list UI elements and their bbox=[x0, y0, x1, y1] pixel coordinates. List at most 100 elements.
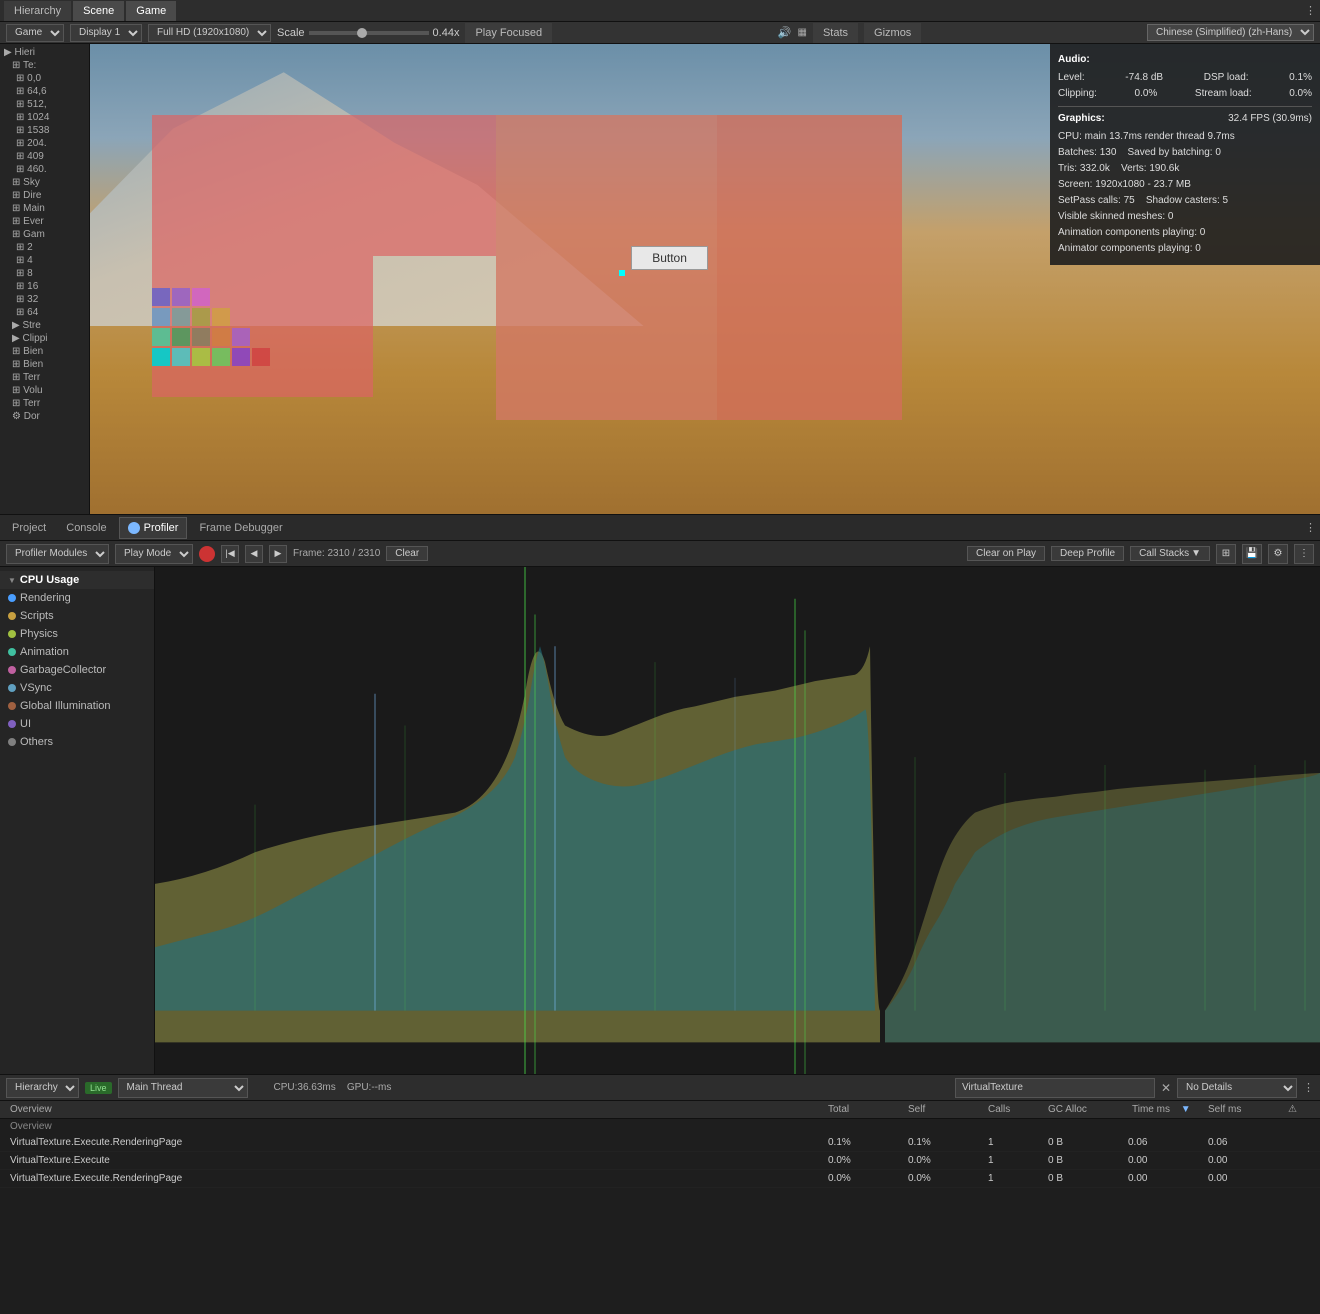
hier-item[interactable]: ⚙ Dor bbox=[0, 410, 89, 423]
hier-item[interactable]: ⊞ 16 bbox=[0, 280, 89, 293]
hier-item[interactable]: ⊞ Dire bbox=[0, 189, 89, 202]
stats-btn[interactable]: Stats bbox=[813, 23, 858, 43]
details-more-icon[interactable]: ⋮ bbox=[1303, 1081, 1314, 1094]
toolbar-icon3[interactable]: ⚙ bbox=[1268, 544, 1288, 564]
table-header: Overview Total Self Calls GC Alloc Time … bbox=[0, 1101, 1320, 1119]
row3-self-ms: 0.00 bbox=[1204, 1172, 1284, 1185]
hier-item[interactable]: ⊞ 0,0 bbox=[0, 72, 89, 85]
hier-item[interactable]: ⊞ 204. bbox=[0, 137, 89, 150]
hier-item[interactable]: ⊞ Bien bbox=[0, 345, 89, 358]
module-rendering[interactable]: Rendering bbox=[0, 589, 154, 607]
hier-item[interactable]: ⊞ 2 bbox=[0, 241, 89, 254]
clear-button[interactable]: Clear bbox=[386, 546, 428, 561]
stats-icon[interactable]: ▦ bbox=[798, 27, 807, 38]
collapse-icon[interactable]: ▼ bbox=[8, 576, 16, 585]
hier-item[interactable]: ⊞ 1538 bbox=[0, 124, 89, 137]
row2-name: VirtualTexture.Execute bbox=[6, 1154, 824, 1167]
hier-item[interactable]: ⊞ 460. bbox=[0, 163, 89, 176]
game-select[interactable]: Game bbox=[6, 24, 64, 42]
hier-item[interactable]: ⊞ 8 bbox=[0, 267, 89, 280]
row2-calls: 1 bbox=[984, 1154, 1044, 1167]
record-button[interactable] bbox=[199, 546, 215, 562]
table-row-2[interactable]: VirtualTexture.Execute 0.0% 0.0% 1 0 B 0… bbox=[0, 1152, 1320, 1170]
hier-item[interactable]: ⊞ 1024 bbox=[0, 111, 89, 124]
hier-item[interactable]: ⊞ Terr bbox=[0, 397, 89, 410]
audio-level-row: Level: -74.8 dB DSP load: 0.1% bbox=[1058, 70, 1312, 86]
hier-item[interactable]: ⊞ 64 bbox=[0, 306, 89, 319]
row1-warn bbox=[1284, 1136, 1314, 1149]
hier-item[interactable]: ⊞ 4 bbox=[0, 254, 89, 267]
tab-frame-debugger[interactable]: Frame Debugger bbox=[191, 517, 290, 539]
table-row-1[interactable]: VirtualTexture.Execute.RenderingPage 0.1… bbox=[0, 1134, 1320, 1152]
deep-profile-btn[interactable]: Deep Profile bbox=[1051, 546, 1124, 561]
prev-frame-btn[interactable]: ◀ bbox=[245, 545, 263, 563]
profiler-chart[interactable] bbox=[155, 567, 1320, 1074]
tab-profiler[interactable]: Profiler bbox=[119, 517, 188, 539]
search-input[interactable] bbox=[955, 1078, 1155, 1098]
module-ui[interactable]: UI bbox=[0, 715, 154, 733]
hier-item[interactable]: ⊞ Bien bbox=[0, 358, 89, 371]
gizmos-btn[interactable]: Gizmos bbox=[864, 23, 921, 43]
language-select[interactable]: Chinese (Simplified) (zh-Hans) bbox=[1147, 24, 1314, 41]
grid-tiles bbox=[152, 288, 460, 453]
hier-item[interactable]: ⊞ Terr bbox=[0, 371, 89, 384]
toolbar-icon1[interactable]: ⊞ bbox=[1216, 544, 1236, 564]
module-others[interactable]: Others bbox=[0, 733, 154, 751]
play-focused-btn[interactable]: Play Focused bbox=[465, 23, 552, 43]
hier-item[interactable]: ⊞ Volu bbox=[0, 384, 89, 397]
module-gi[interactable]: Global Illumination bbox=[0, 697, 154, 715]
profiler-more-icon[interactable]: ⋮ bbox=[1305, 522, 1316, 534]
module-animation[interactable]: Animation bbox=[0, 643, 154, 661]
scale-slider[interactable] bbox=[309, 31, 429, 35]
hierarchy-dropdown[interactable]: Hierarchy bbox=[6, 1078, 79, 1098]
row3-warn bbox=[1284, 1172, 1314, 1185]
hier-item[interactable]: ▶ Hieri bbox=[0, 46, 89, 59]
close-search-btn[interactable]: ✕ bbox=[1161, 1081, 1171, 1095]
module-physics[interactable]: Physics bbox=[0, 625, 154, 643]
module-gc[interactable]: GarbageCollector bbox=[0, 661, 154, 679]
details-select[interactable]: No Details bbox=[1177, 1078, 1297, 1098]
scene-tab[interactable]: Scene bbox=[73, 1, 124, 21]
hier-item[interactable]: ⊞ 64,6 bbox=[0, 85, 89, 98]
row2-gc: 0 B bbox=[1044, 1154, 1124, 1167]
hier-item[interactable]: ⊞ 409 bbox=[0, 150, 89, 163]
resolution-select[interactable]: Full HD (1920x1080) bbox=[148, 24, 271, 42]
module-vsync[interactable]: VSync bbox=[0, 679, 154, 697]
overview-row: Overview bbox=[0, 1119, 1320, 1134]
viewport-button[interactable]: Button bbox=[631, 246, 708, 270]
hier-item[interactable]: ⊞ Main bbox=[0, 202, 89, 215]
thread-select[interactable]: Main Thread bbox=[118, 1078, 248, 1098]
toolbar-icon2[interactable]: 💾 bbox=[1242, 544, 1262, 564]
setpass-row: SetPass calls: 75 Shadow casters: 5 bbox=[1058, 193, 1312, 209]
hier-item[interactable]: ⊞ Te: bbox=[0, 59, 89, 72]
prev-frame-start-btn[interactable]: |◀ bbox=[221, 545, 239, 563]
mute-icon[interactable]: 🔊 bbox=[778, 26, 792, 39]
play-mode-select[interactable]: Play Mode bbox=[115, 544, 193, 564]
module-scripts[interactable]: Scripts bbox=[0, 607, 154, 625]
hier-item[interactable]: ⊞ Sky bbox=[0, 176, 89, 189]
hier-item[interactable]: ⊞ 32 bbox=[0, 293, 89, 306]
call-stacks-btn[interactable]: Call Stacks ▼ bbox=[1130, 546, 1210, 561]
tab-console[interactable]: Console bbox=[58, 517, 114, 539]
hier-item[interactable]: ⊞ Gam bbox=[0, 228, 89, 241]
next-frame-btn[interactable]: ▶ bbox=[269, 545, 287, 563]
graphics-title: Graphics: bbox=[1058, 111, 1105, 127]
table-row-3[interactable]: VirtualTexture.Execute.RenderingPage 0.0… bbox=[0, 1170, 1320, 1188]
dsp-label: DSP load: bbox=[1204, 70, 1249, 86]
clipping-value: 0.0% bbox=[1135, 86, 1158, 102]
modules-select[interactable]: Profiler Modules bbox=[6, 544, 109, 564]
hier-item[interactable]: ⊞ Ever bbox=[0, 215, 89, 228]
tab-project[interactable]: Project bbox=[4, 517, 54, 539]
hierarchy-tab[interactable]: Hierarchy bbox=[4, 1, 71, 21]
display-select[interactable]: Display 1 bbox=[70, 24, 142, 42]
profiler-toolbar: Profiler Modules Play Mode |◀ ◀ ▶ Frame:… bbox=[0, 541, 1320, 567]
toolbar-more-btn[interactable]: ⋮ bbox=[1294, 544, 1314, 564]
animation-dot bbox=[8, 648, 16, 656]
game-tab[interactable]: Game bbox=[126, 1, 176, 21]
clear-on-play-btn[interactable]: Clear on Play bbox=[967, 546, 1045, 561]
hier-item[interactable]: ▶ Clippi bbox=[0, 332, 89, 345]
animator-playing: Animator components playing: 0 bbox=[1058, 243, 1201, 254]
hier-item[interactable]: ▶ Stre bbox=[0, 319, 89, 332]
more-icon[interactable]: ⋮ bbox=[1305, 4, 1316, 17]
hier-item[interactable]: ⊞ 512, bbox=[0, 98, 89, 111]
